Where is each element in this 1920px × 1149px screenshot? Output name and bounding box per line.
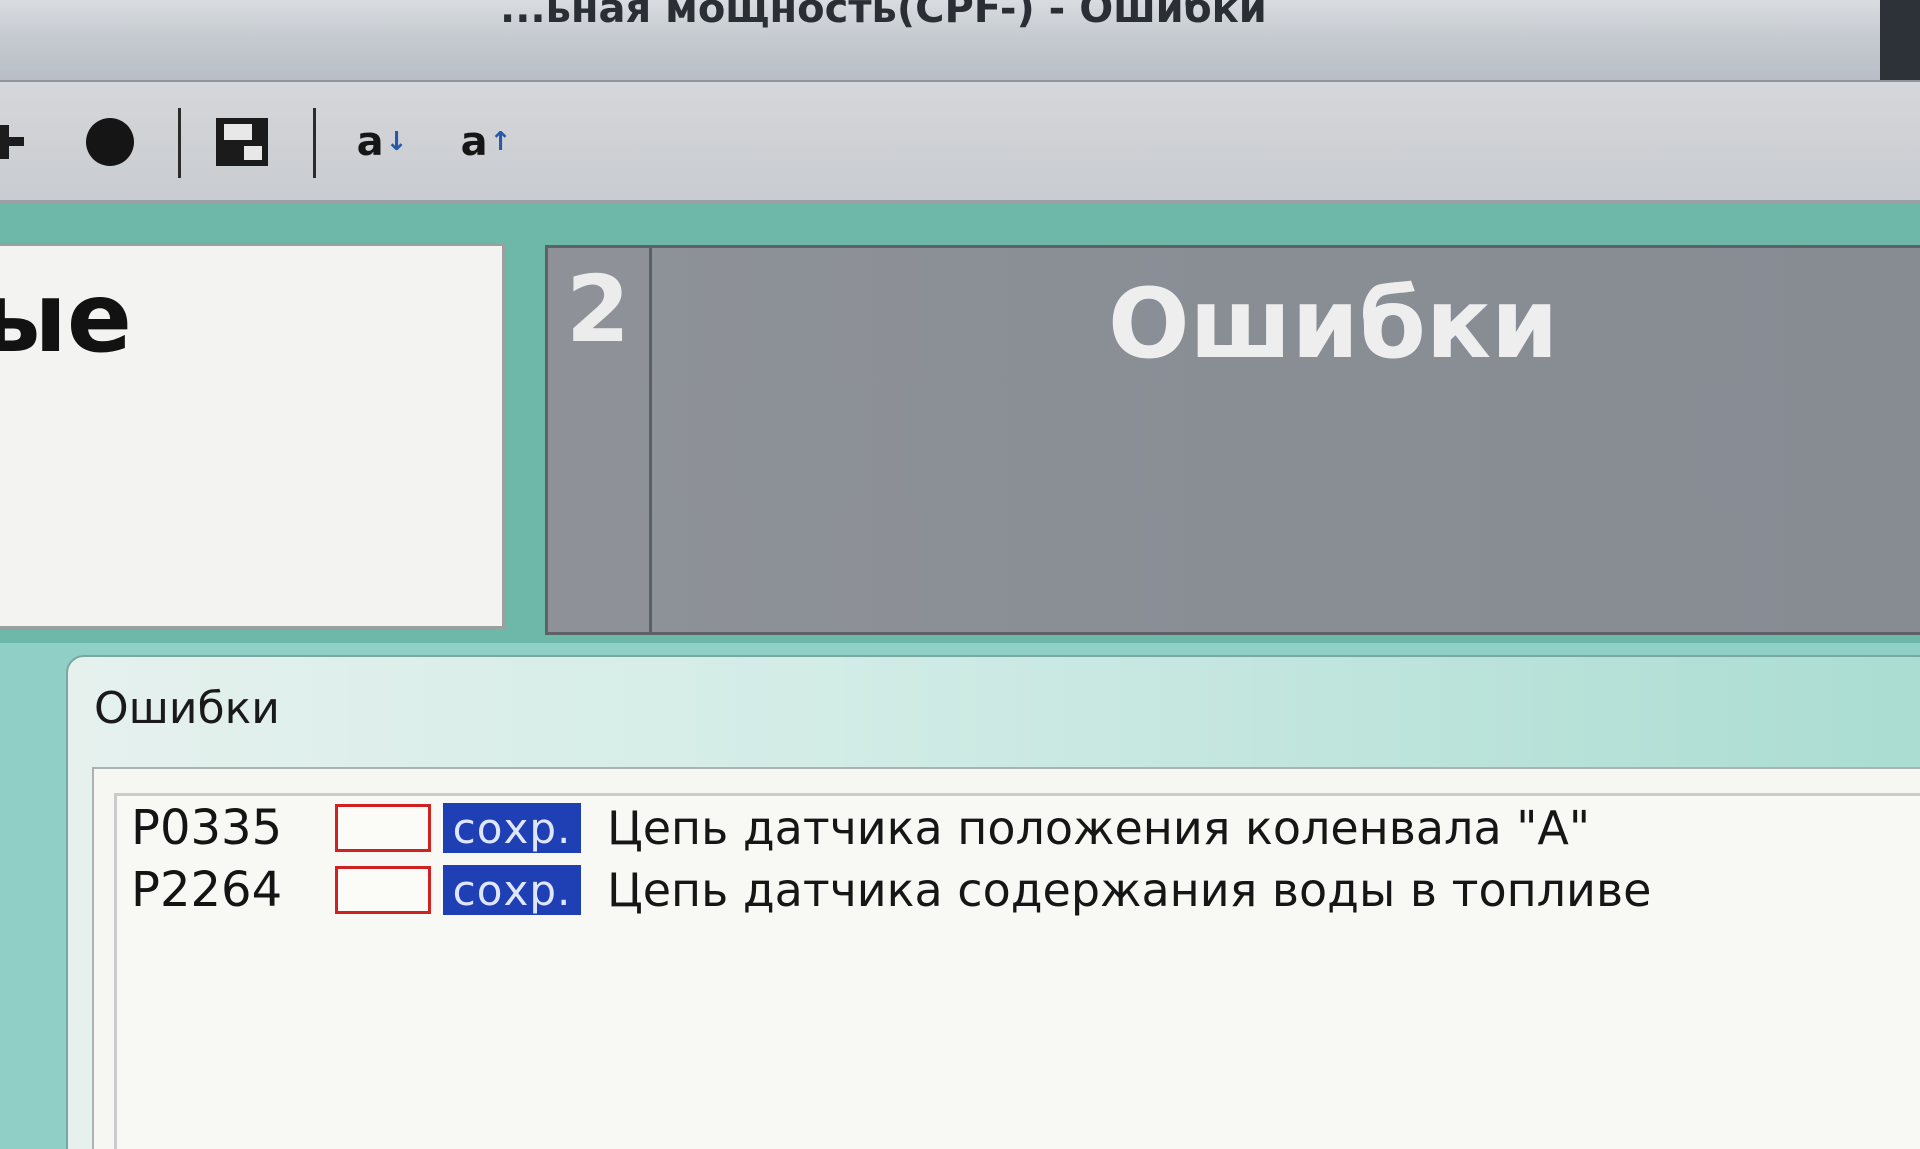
- window-title: ...ьная мощность(CPF-) - Ошибки: [500, 0, 1267, 32]
- error-checkbox[interactable]: [335, 804, 431, 852]
- left-panel[interactable]: ые: [0, 243, 505, 629]
- error-description: Цепь датчика содержания воды в топливе: [607, 863, 1652, 917]
- panel-number-column: 2: [548, 248, 652, 632]
- arrow-down-icon: ↓: [385, 127, 408, 157]
- sort-ascending-label: a: [460, 119, 488, 165]
- errors-window-caption: Ошибки: [94, 683, 280, 734]
- errors-panel-title: Ошибки: [1108, 268, 1559, 380]
- errors-list-frame: P0335 сохр. Цепь датчика положения колен…: [92, 767, 1920, 1149]
- error-row[interactable]: P2264 сохр. Цепь датчика содержания воды…: [131, 862, 1651, 918]
- status-badge: сохр.: [443, 865, 581, 915]
- toolbar-separator: [178, 108, 181, 178]
- errors-panel-button[interactable]: 2 Ошибки: [545, 245, 1920, 635]
- sort-descending-label: a: [356, 119, 384, 165]
- error-code: P0335: [131, 800, 283, 856]
- plus-icon[interactable]: [0, 110, 40, 174]
- sort-ascending-icon[interactable]: a ↑: [456, 110, 516, 174]
- record-icon[interactable]: [80, 110, 140, 174]
- screen: ...ьная мощность(CPF-) - Ошибки a ↓ a ↑ …: [0, 0, 1920, 1149]
- status-badge: сохр.: [443, 803, 581, 853]
- upper-panels: ые 2 Ошибки: [0, 203, 1920, 643]
- arrow-up-icon: ↑: [489, 127, 512, 157]
- error-checkbox[interactable]: [335, 866, 431, 914]
- title-bar: ...ьная мощность(CPF-) - Ошибки: [0, 0, 1920, 82]
- errors-list[interactable]: P0335 сохр. Цепь датчика положения колен…: [114, 793, 1920, 1149]
- sort-descending-icon[interactable]: a ↓: [352, 110, 412, 174]
- panel-number: 2: [566, 256, 631, 363]
- toolbar-separator: [313, 108, 316, 178]
- error-row[interactable]: P0335 сохр. Цепь датчика положения колен…: [131, 800, 1590, 856]
- left-panel-title: ые: [0, 262, 132, 374]
- error-code: P2264: [131, 862, 283, 918]
- window-edge: [1880, 0, 1920, 80]
- error-description: Цепь датчика положения коленвала "А": [607, 801, 1591, 855]
- errors-window: Ошибки P0335 сохр. Цепь датчика положени…: [66, 655, 1920, 1149]
- save-icon[interactable]: [210, 110, 274, 174]
- toolbar: a ↓ a ↑: [0, 82, 1920, 203]
